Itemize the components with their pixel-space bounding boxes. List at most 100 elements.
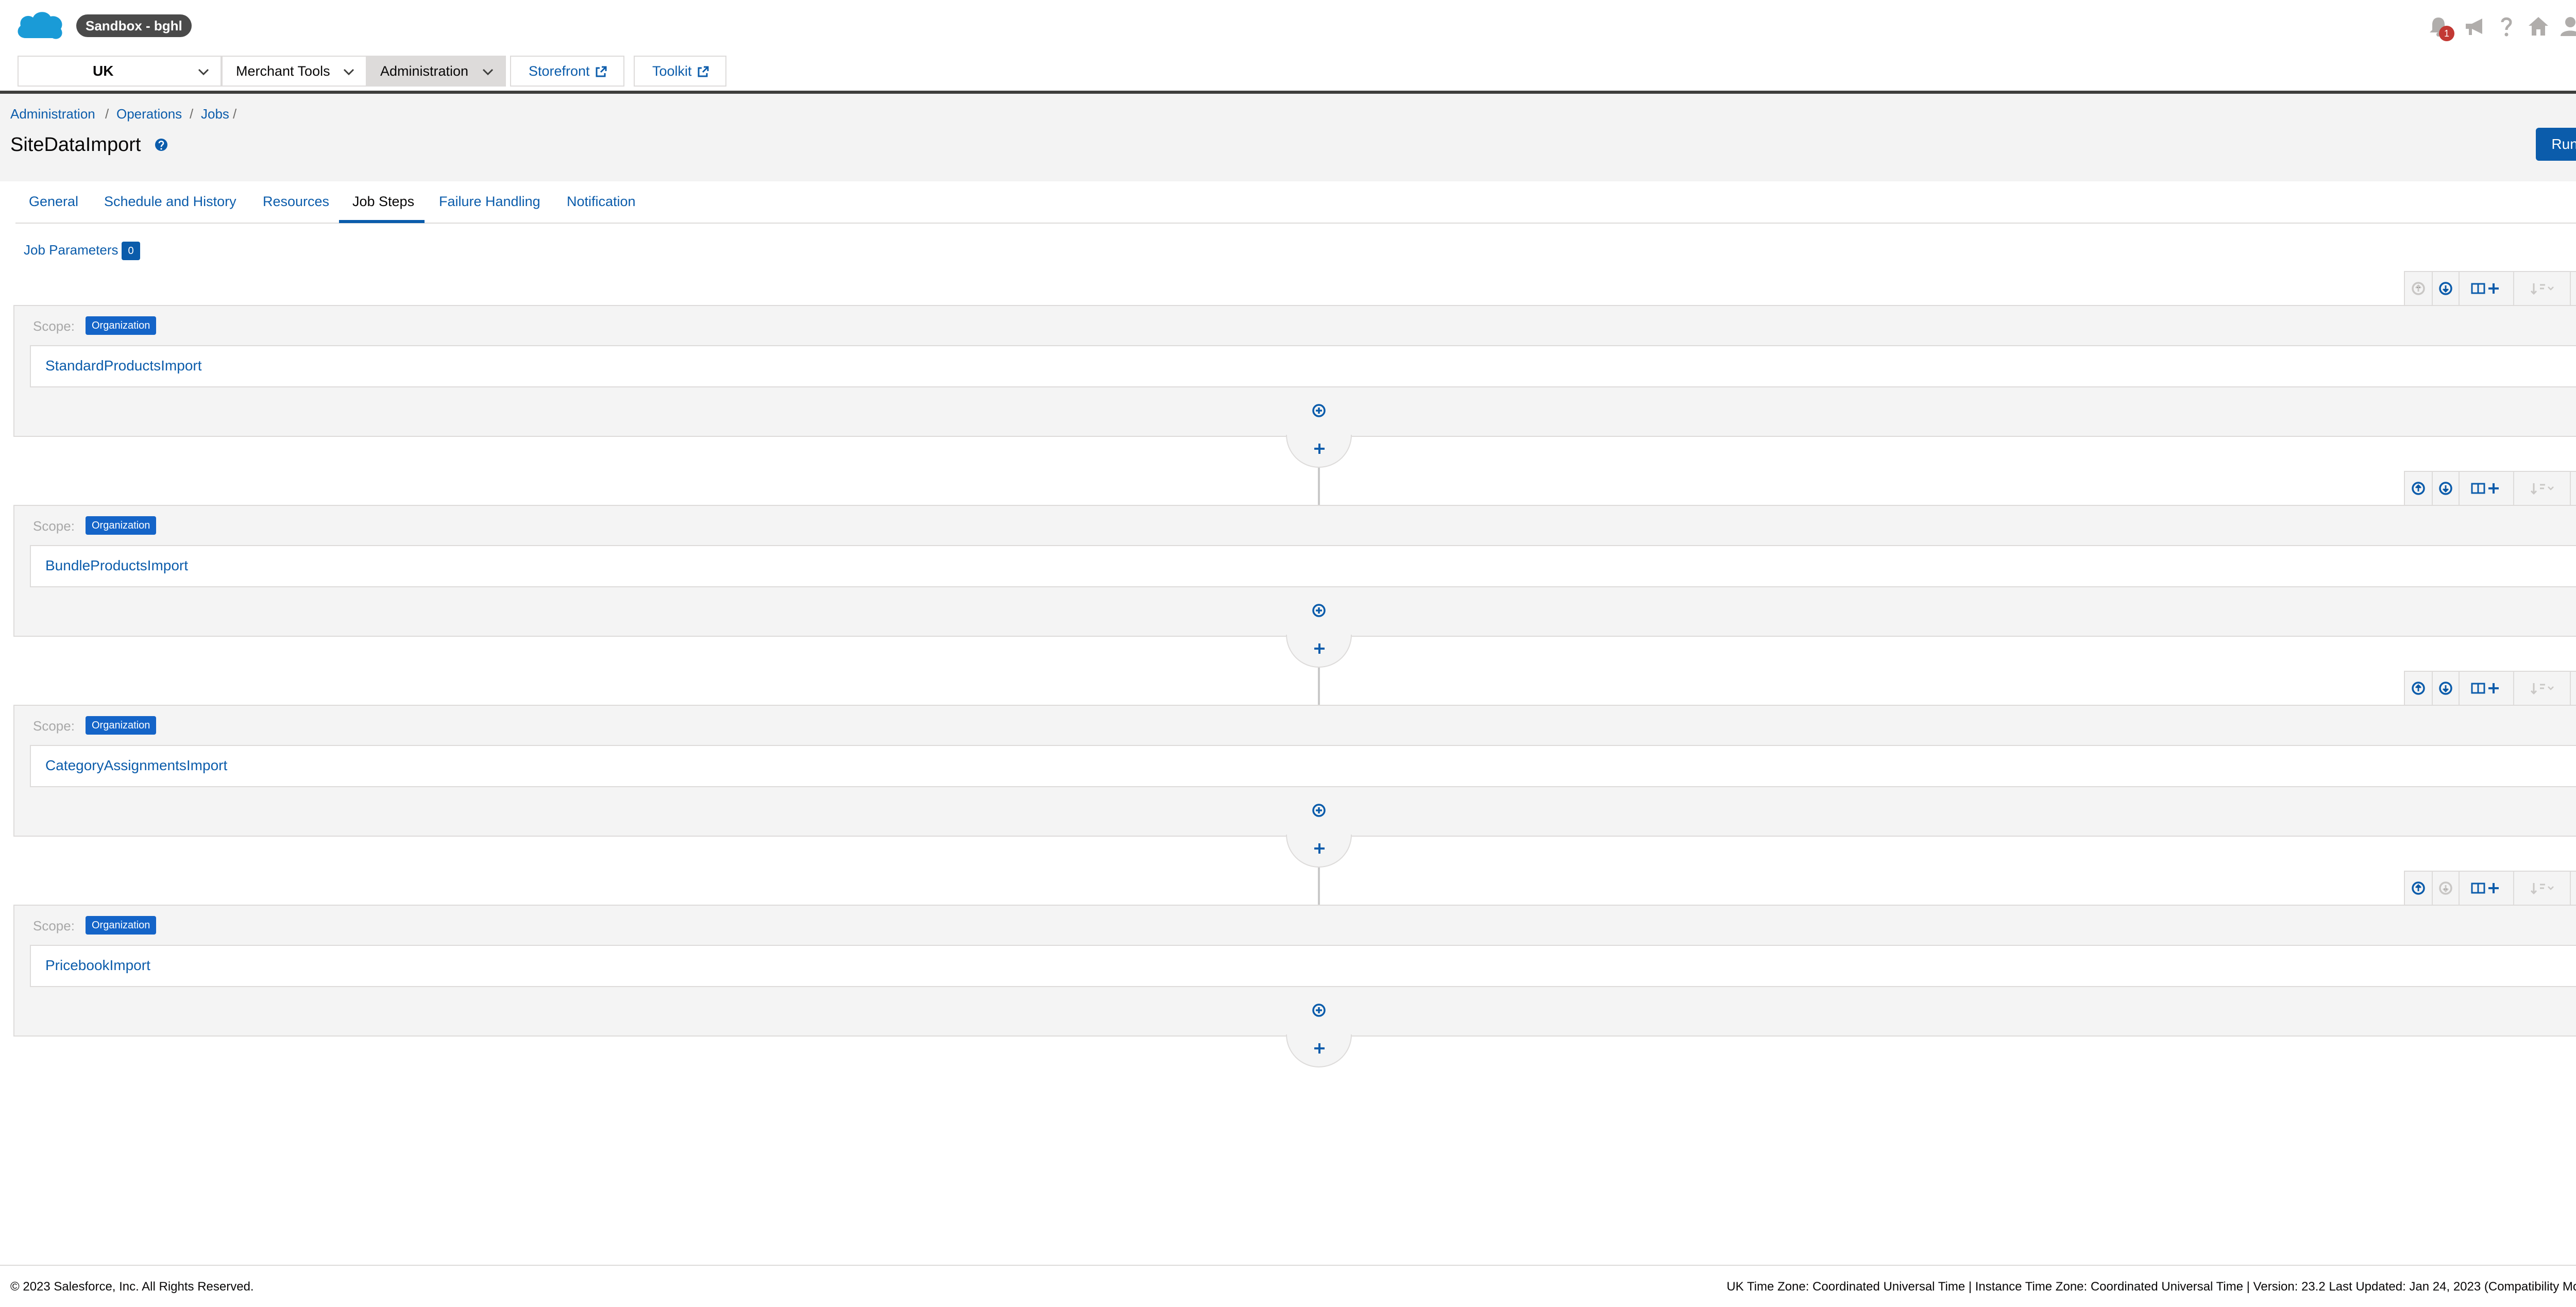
- sort-steps-button[interactable]: [2514, 872, 2571, 905]
- nav-toolkit-link[interactable]: Toolkit: [634, 56, 726, 87]
- add-column-icon: [2471, 483, 2499, 494]
- notification-count-badge: 1: [2439, 26, 2454, 41]
- scope-label: Scope:: [33, 318, 75, 334]
- add-step-button[interactable]: [1286, 635, 1352, 668]
- nav-storefront-link[interactable]: Storefront: [510, 56, 624, 87]
- step-toolbar: [2404, 871, 2576, 905]
- step-connector: [1318, 468, 1320, 505]
- delete-step-button[interactable]: [2571, 272, 2576, 305]
- add-substep-icon[interactable]: [1311, 603, 1327, 618]
- breadcrumb-administration[interactable]: Administration: [10, 106, 95, 122]
- move-up-button[interactable]: [2405, 472, 2433, 505]
- delete-step-button[interactable]: [2571, 672, 2576, 705]
- add-column-icon: [2471, 882, 2499, 894]
- plus-icon: [1314, 1043, 1325, 1054]
- add-parallel-step-button[interactable]: [2460, 872, 2514, 905]
- scope-badge: Organization: [86, 916, 157, 935]
- sort-icon: [2530, 883, 2554, 895]
- sort-steps-button[interactable]: [2514, 272, 2571, 305]
- megaphone-icon[interactable]: [2463, 14, 2486, 38]
- step-connector: [1318, 868, 1320, 905]
- add-parallel-step-button[interactable]: [2460, 272, 2514, 305]
- job-step[interactable]: StandardProductsImport: [30, 345, 2576, 387]
- job-step[interactable]: BundleProductsImport: [30, 545, 2576, 587]
- move-down-button[interactable]: [2433, 872, 2460, 905]
- site-selector-label: UK: [93, 63, 114, 79]
- tab-active-indicator: [339, 220, 425, 223]
- nav-administration-label: Administration: [380, 63, 469, 79]
- site-selector[interactable]: UK: [18, 56, 222, 87]
- breadcrumb-separator: /: [105, 106, 109, 122]
- run-now-button[interactable]: Run Now: [2536, 128, 2576, 161]
- plus-icon: [1314, 643, 1325, 654]
- nav-storefront-label: Storefront: [529, 63, 590, 79]
- nav-merchant-tools-label: Merchant Tools: [236, 63, 330, 79]
- add-step-button[interactable]: [1286, 1034, 1352, 1067]
- move-down-button[interactable]: [2433, 272, 2460, 305]
- tab-notification[interactable]: Notification: [567, 194, 636, 210]
- add-step-button[interactable]: [1286, 435, 1352, 468]
- sort-icon: [2530, 283, 2554, 295]
- tab-job-steps[interactable]: Job Steps: [352, 194, 414, 210]
- sort-icon: [2530, 483, 2554, 495]
- move-down-button[interactable]: [2433, 672, 2460, 705]
- job-step[interactable]: PricebookImport: [30, 945, 2576, 987]
- help-icon[interactable]: [2495, 14, 2518, 38]
- arrow-up-icon: [2412, 881, 2425, 895]
- tab-failure-handling[interactable]: Failure Handling: [439, 194, 540, 210]
- job-step-name[interactable]: PricebookImport: [45, 957, 150, 974]
- scope-badge: Organization: [86, 316, 157, 335]
- delete-step-button[interactable]: [2571, 872, 2576, 905]
- external-link-icon: [596, 66, 607, 77]
- breadcrumb-separator: /: [233, 106, 237, 122]
- global-header: [0, 0, 2576, 52]
- scope-label: Scope:: [33, 518, 75, 534]
- job-step[interactable]: CategoryAssignmentsImport: [30, 745, 2576, 787]
- cloud-logo-icon[interactable]: [14, 7, 66, 43]
- arrow-down-icon: [2439, 482, 2452, 495]
- step-toolbar: [2404, 471, 2576, 505]
- add-parallel-step-button[interactable]: [2460, 672, 2514, 705]
- add-step-button[interactable]: [1286, 835, 1352, 868]
- sandbox-badge: Sandbox - bghl: [76, 14, 192, 37]
- add-substep-icon[interactable]: [1311, 403, 1327, 418]
- breadcrumb-separator: /: [190, 106, 194, 122]
- home-icon[interactable]: [2527, 14, 2550, 38]
- help-icon[interactable]: [155, 138, 168, 151]
- chevron-down-icon: [198, 69, 209, 76]
- plus-icon: [1314, 444, 1325, 454]
- job-step-name[interactable]: StandardProductsImport: [45, 358, 202, 374]
- job-parameters-link[interactable]: Job Parameters: [24, 242, 118, 258]
- footer-copyright: © 2023 Salesforce, Inc. All Rights Reser…: [10, 1280, 254, 1294]
- add-substep-icon[interactable]: [1311, 1003, 1327, 1018]
- move-up-button[interactable]: [2405, 272, 2433, 305]
- page-title: SiteDataImport: [10, 134, 141, 156]
- add-column-icon: [2471, 283, 2499, 294]
- sort-steps-button[interactable]: [2514, 472, 2571, 505]
- delete-step-button[interactable]: [2571, 472, 2576, 505]
- add-column-icon: [2471, 683, 2499, 694]
- add-substep-icon[interactable]: [1311, 803, 1327, 818]
- move-up-button[interactable]: [2405, 672, 2433, 705]
- page-title-text: SiteDataImport: [10, 134, 141, 156]
- footer-info: UK Time Zone: Coordinated Universal Time…: [1726, 1280, 2576, 1294]
- scope-badge: Organization: [86, 516, 157, 535]
- tab-schedule-and-history[interactable]: Schedule and History: [104, 194, 236, 210]
- page-header: [0, 94, 2576, 181]
- move-up-button[interactable]: [2405, 872, 2433, 905]
- step-toolbar: [2404, 671, 2576, 705]
- add-parallel-step-button[interactable]: [2460, 472, 2514, 505]
- nav-merchant-tools[interactable]: Merchant Tools: [222, 56, 367, 87]
- nav-administration[interactable]: Administration: [367, 56, 506, 87]
- breadcrumb-jobs[interactable]: Jobs: [201, 106, 229, 122]
- arrow-up-icon: [2412, 482, 2425, 495]
- job-step-name[interactable]: CategoryAssignmentsImport: [45, 757, 227, 774]
- tab-resources[interactable]: Resources: [263, 194, 329, 210]
- job-step-name[interactable]: BundleProductsImport: [45, 557, 188, 574]
- plus-icon: [1314, 843, 1325, 854]
- sort-steps-button[interactable]: [2514, 672, 2571, 705]
- move-down-button[interactable]: [2433, 472, 2460, 505]
- user-icon[interactable]: [2558, 14, 2576, 38]
- breadcrumb-operations[interactable]: Operations: [116, 106, 182, 122]
- tab-general[interactable]: General: [29, 194, 78, 210]
